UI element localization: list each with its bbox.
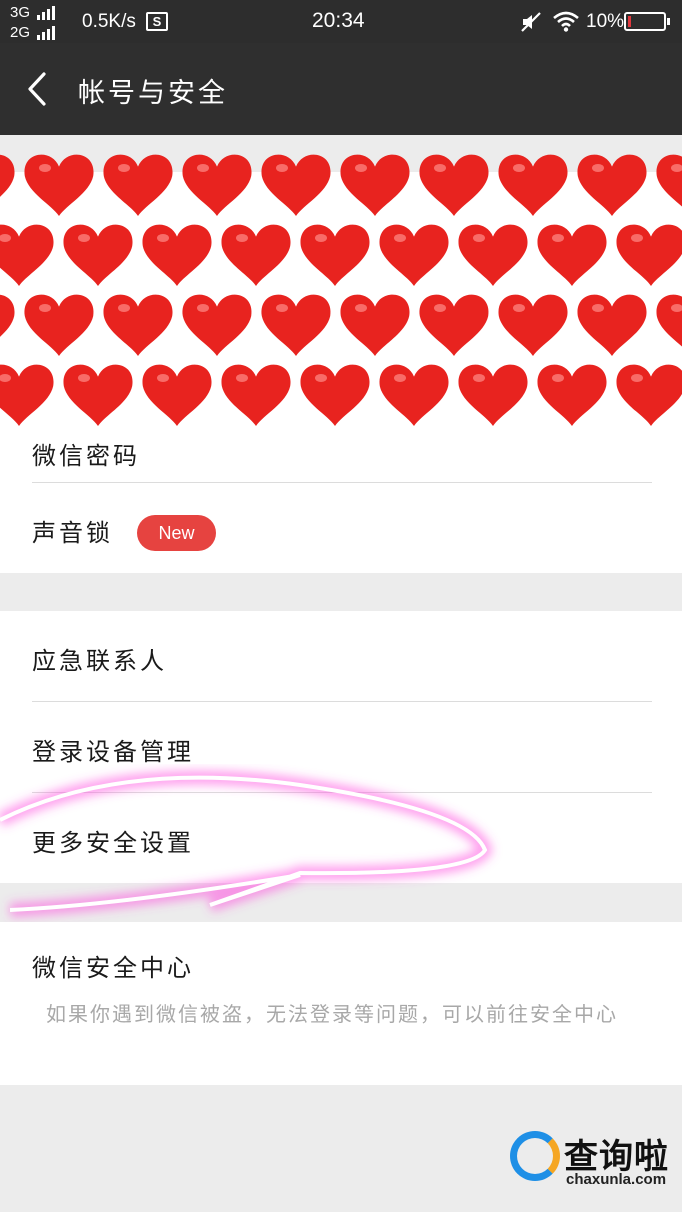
emergency-contacts-label: 应急联系人 bbox=[32, 647, 167, 675]
voice-lock-row[interactable]: 声音锁 New bbox=[0, 483, 682, 573]
heart-highlight bbox=[671, 164, 682, 172]
chevron-left-icon[interactable] bbox=[22, 71, 56, 107]
title-bar: 帐号与安全 bbox=[0, 43, 682, 135]
security-center-title: 微信安全中心 bbox=[32, 954, 194, 982]
security-center-description: 如果你遇到微信被盗，无法登录等问题，可以前往安全中心 bbox=[46, 1002, 618, 1026]
security-group: 应急联系人 登录设备管理 更多安全设置 bbox=[0, 611, 682, 883]
more-security-settings-row[interactable]: 更多安全设置 bbox=[0, 793, 682, 883]
battery-icon bbox=[624, 12, 670, 31]
heart-highlight bbox=[513, 164, 525, 172]
wifi-icon bbox=[553, 11, 579, 32]
magnifier-logo-icon bbox=[510, 1131, 560, 1181]
heart-highlight bbox=[118, 164, 130, 172]
heart-highlight bbox=[434, 164, 446, 172]
password-row[interactable]: 微信密码 bbox=[0, 392, 682, 482]
security-center-group[interactable]: 微信安全中心 如果你遇到微信被盗，无法登录等问题，可以前往安全中心 bbox=[0, 922, 682, 1085]
voice-lock-label: 声音锁 bbox=[32, 519, 113, 547]
password-label: 微信密码 bbox=[32, 442, 140, 470]
account-group: 微信密码 声音锁 New bbox=[0, 172, 682, 573]
signal-bars-icon bbox=[37, 5, 57, 20]
watermark-url: chaxunla.com bbox=[566, 1171, 667, 1188]
signal-3g: 3G bbox=[10, 5, 57, 20]
mute-icon bbox=[521, 12, 541, 32]
heart-highlight bbox=[355, 164, 367, 172]
heart-highlight bbox=[276, 164, 288, 172]
status-bar: 3G 2G 0.5K/s S 20:34 10% bbox=[0, 0, 682, 43]
login-devices-row[interactable]: 登录设备管理 bbox=[0, 702, 682, 792]
emergency-contacts-row[interactable]: 应急联系人 bbox=[0, 611, 682, 701]
heart-highlight bbox=[39, 164, 51, 172]
battery-percent: 10% bbox=[586, 11, 625, 32]
login-devices-label: 登录设备管理 bbox=[32, 738, 194, 766]
s-app-icon: S bbox=[146, 12, 168, 31]
more-security-settings-label: 更多安全设置 bbox=[32, 829, 194, 857]
signal-bars-icon bbox=[37, 25, 57, 40]
clock: 20:34 bbox=[312, 9, 365, 32]
site-watermark: 查询啦 chaxunla.com bbox=[506, 1125, 672, 1193]
network-speed: 0.5K/s bbox=[82, 11, 136, 32]
heart-highlight bbox=[592, 164, 604, 172]
signal-2g: 2G bbox=[10, 25, 57, 40]
new-badge: New bbox=[137, 515, 216, 551]
heart-highlight bbox=[197, 164, 209, 172]
page-title: 帐号与安全 bbox=[78, 78, 228, 109]
